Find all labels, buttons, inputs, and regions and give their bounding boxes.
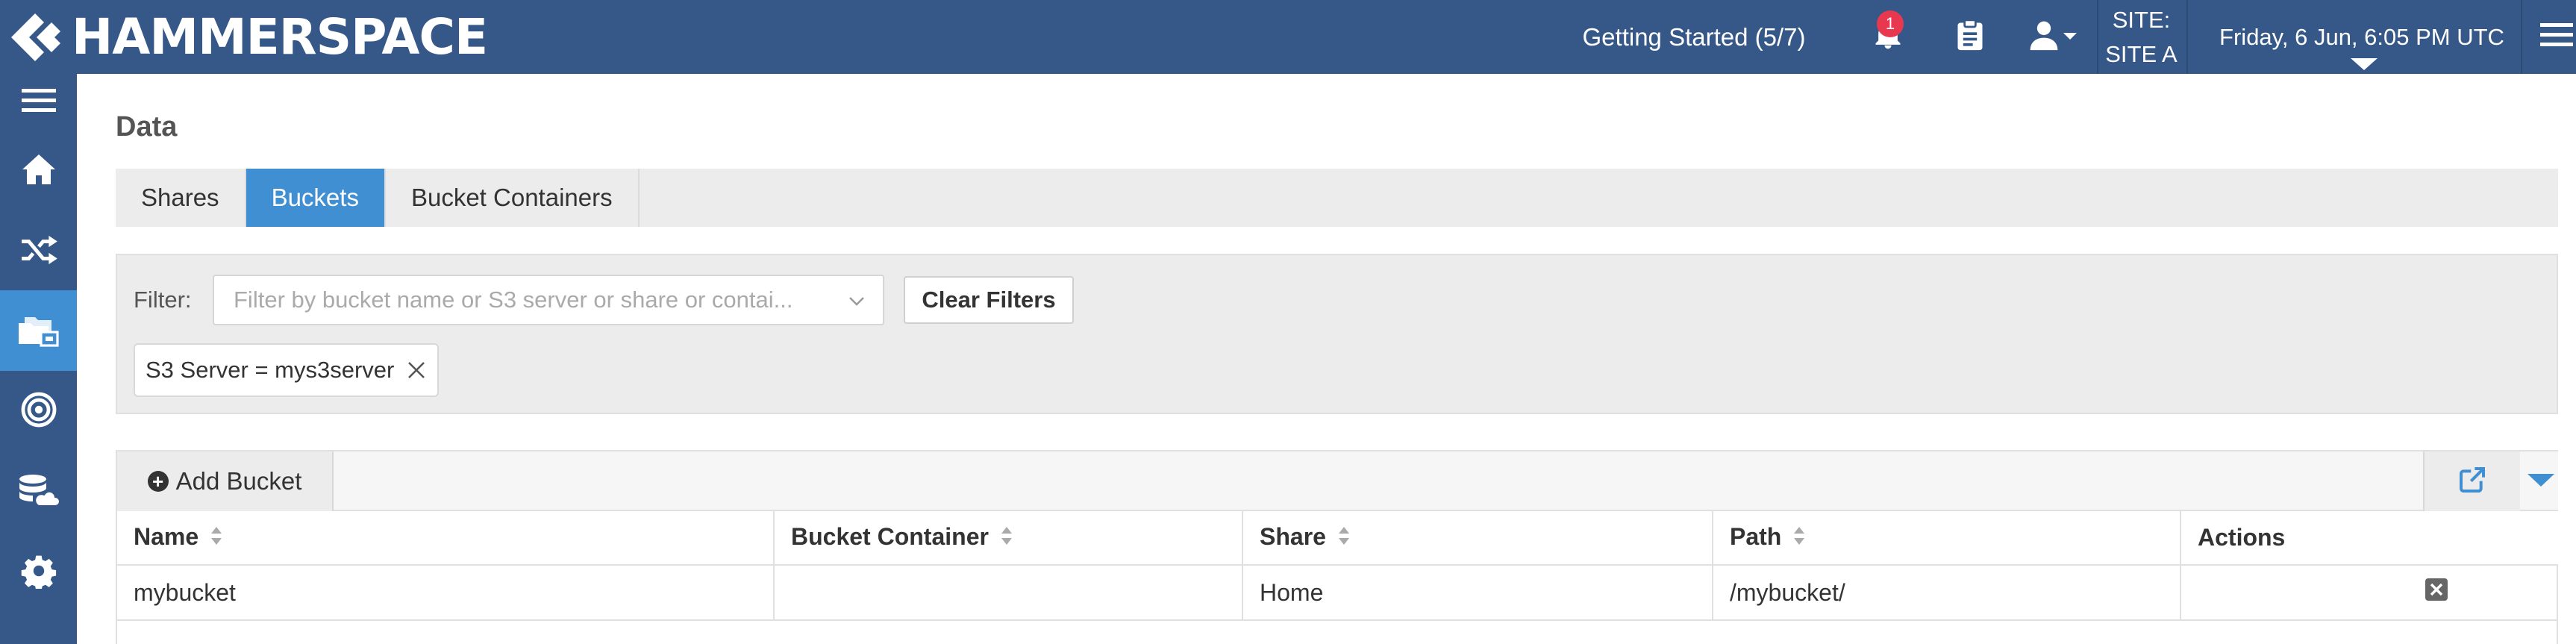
table-row[interactable]: mybucket Home /mybucket/ — [117, 565, 2558, 621]
column-header-share[interactable]: Share — [1242, 511, 1713, 566]
column-header-bucket-container[interactable]: Bucket Container — [774, 511, 1243, 566]
sidebar-item-targets[interactable] — [0, 371, 77, 451]
app-logo[interactable]: HAMMERSPACE — [0, 0, 488, 74]
buckets-table: Name Bucket Container Share Path Actions… — [117, 511, 2558, 621]
delete-icon[interactable] — [2425, 578, 2448, 607]
plus-circle-icon: + — [147, 471, 169, 492]
user-menu-button[interactable] — [2019, 0, 2086, 74]
hamburger-icon — [2540, 22, 2573, 52]
cell-path: /mybucket/ — [1713, 565, 2181, 621]
filter-label: Filter: — [134, 287, 192, 313]
hammerspace-logo-icon — [0, 0, 72, 74]
sidebar-item-objectives[interactable] — [0, 211, 77, 292]
tab-bar: Shares Buckets Bucket Containers — [116, 169, 2558, 227]
external-link-icon — [2457, 465, 2487, 498]
sort-icon — [1793, 525, 1805, 552]
sidebar-item-home[interactable] — [0, 131, 77, 211]
tasks-button[interactable] — [1944, 0, 1996, 74]
topbar-divider — [2186, 0, 2188, 74]
table-header-row: Name Bucket Container Share Path Actions — [117, 511, 2558, 566]
storage-cloud-icon — [18, 473, 60, 511]
sidebar-item-storage[interactable] — [0, 451, 77, 532]
notifications-button[interactable]: 1 — [1862, 0, 1914, 74]
site-label: SITE: — [2112, 6, 2171, 33]
gear-icon — [21, 553, 57, 593]
close-icon[interactable] — [406, 360, 427, 381]
sidebar-item-data[interactable] — [0, 290, 77, 371]
home-icon — [21, 153, 57, 190]
cell-name[interactable]: mybucket — [117, 565, 775, 621]
cell-share: Home — [1242, 565, 1713, 621]
site-value: SITE A — [2105, 40, 2178, 67]
clipboard-icon — [1956, 19, 1984, 55]
main-content: Data Shares Buckets Bucket Containers Fi… — [77, 74, 2576, 644]
tab-buckets[interactable]: Buckets — [246, 169, 386, 227]
logo-text: HAMMERSPACE — [72, 7, 488, 66]
filter-chip-label: S3 Server = mys3server — [146, 357, 395, 383]
caret-down-icon — [2526, 472, 2556, 492]
top-bar: HAMMERSPACE Getting Started (5/7) 1 SITE… — [0, 0, 2576, 74]
cell-actions — [2180, 565, 2558, 621]
sort-icon — [1338, 525, 1350, 552]
topbar-divider — [2521, 0, 2522, 74]
column-header-actions: Actions — [2180, 511, 2558, 566]
main-menu-button[interactable] — [2537, 0, 2576, 74]
table-toolbar: + Add Bucket — [117, 451, 2558, 511]
sidebar-toggle[interactable] — [0, 74, 77, 131]
add-bucket-button[interactable]: + Add Bucket — [117, 451, 334, 511]
buckets-table-panel: + Add Bucket Name Bucket Container Share… — [116, 450, 2558, 644]
filter-chip: S3 Server = mys3server — [134, 343, 440, 397]
getting-started-link[interactable]: Getting Started (5/7) — [1567, 0, 1821, 74]
cell-bucket-container — [774, 565, 1243, 621]
sidebar — [0, 74, 77, 644]
tab-bucket-containers[interactable]: Bucket Containers — [386, 169, 640, 227]
shuffle-icon — [20, 234, 57, 269]
add-bucket-label: Add Bucket — [175, 467, 302, 495]
chevron-down-icon[interactable] — [847, 290, 866, 316]
target-icon — [21, 392, 57, 431]
column-header-name[interactable]: Name — [117, 511, 775, 566]
data-folders-icon — [17, 311, 60, 351]
page-title: Data — [116, 111, 178, 143]
hamburger-icon — [21, 87, 56, 118]
sort-icon — [1001, 525, 1013, 552]
filter-panel: Filter: Filter by bucket name or S3 serv… — [116, 254, 2558, 414]
column-header-path[interactable]: Path — [1713, 511, 2181, 566]
site-selector[interactable]: SITE: SITE A — [2098, 0, 2184, 74]
datetime-dropdown-caret-icon[interactable] — [2351, 58, 2378, 70]
notification-badge: 1 — [1877, 10, 1904, 37]
user-icon — [2028, 19, 2060, 55]
clear-filters-button[interactable]: Clear Filters — [904, 276, 1074, 324]
toolbar-dropdown[interactable] — [2524, 451, 2558, 511]
chevron-down-icon — [2063, 31, 2077, 44]
tab-shares[interactable]: Shares — [116, 169, 246, 227]
filter-placeholder: Filter by bucket name or S3 server or sh… — [234, 287, 793, 313]
sort-icon — [210, 525, 222, 552]
export-button[interactable] — [2423, 451, 2520, 511]
sidebar-item-settings[interactable] — [0, 532, 77, 613]
filter-input[interactable]: Filter by bucket name or S3 server or sh… — [213, 275, 884, 325]
